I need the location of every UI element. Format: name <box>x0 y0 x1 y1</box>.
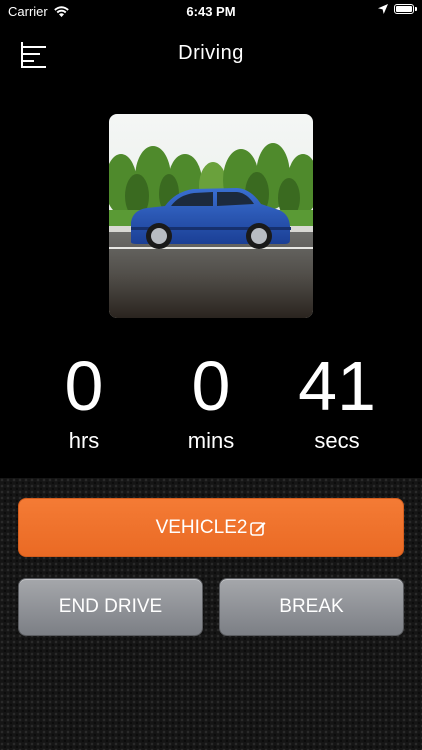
vehicle-label: VEHICLE2 <box>155 516 248 538</box>
battery-level <box>396 6 412 12</box>
battery-icon <box>394 4 417 14</box>
edit-icon <box>250 521 266 536</box>
break-label: BREAK <box>279 596 344 617</box>
car-illustration <box>109 114 313 318</box>
minutes-label: mins <box>187 428 235 453</box>
break-button[interactable]: BREAK <box>219 578 404 636</box>
page-title: Driving <box>178 42 244 64</box>
seconds-value: 41 <box>298 347 376 425</box>
timer-hours: 0 hrs <box>14 346 154 454</box>
hours-label: hrs <box>68 428 100 453</box>
hours-value: 0 <box>64 347 104 425</box>
minutes-value: 0 <box>191 347 231 425</box>
seconds-label: secs <box>314 428 360 453</box>
header: Driving <box>0 36 422 76</box>
action-panel: VEHICLE2 END DRIVE BREAK <box>0 478 422 750</box>
drive-timer: 0 hrs 0 mins 41 secs <box>0 346 422 466</box>
status-right <box>378 4 417 14</box>
location-arrow-icon <box>378 4 388 14</box>
status-time: 6:43 PM <box>186 4 236 19</box>
end-drive-label: END DRIVE <box>58 596 163 617</box>
driving-screen: Carrier 6:43 PM Driving 0 hrs 0 mins 41 … <box>0 0 422 750</box>
timer-minutes: 0 mins <box>141 346 281 454</box>
timer-seconds: 41 secs <box>267 346 407 454</box>
vehicle-button[interactable]: VEHICLE2 <box>18 498 404 557</box>
car-photo <box>109 114 313 318</box>
status-bar: Carrier 6:43 PM <box>0 0 422 24</box>
end-drive-button[interactable]: END DRIVE <box>18 578 203 636</box>
